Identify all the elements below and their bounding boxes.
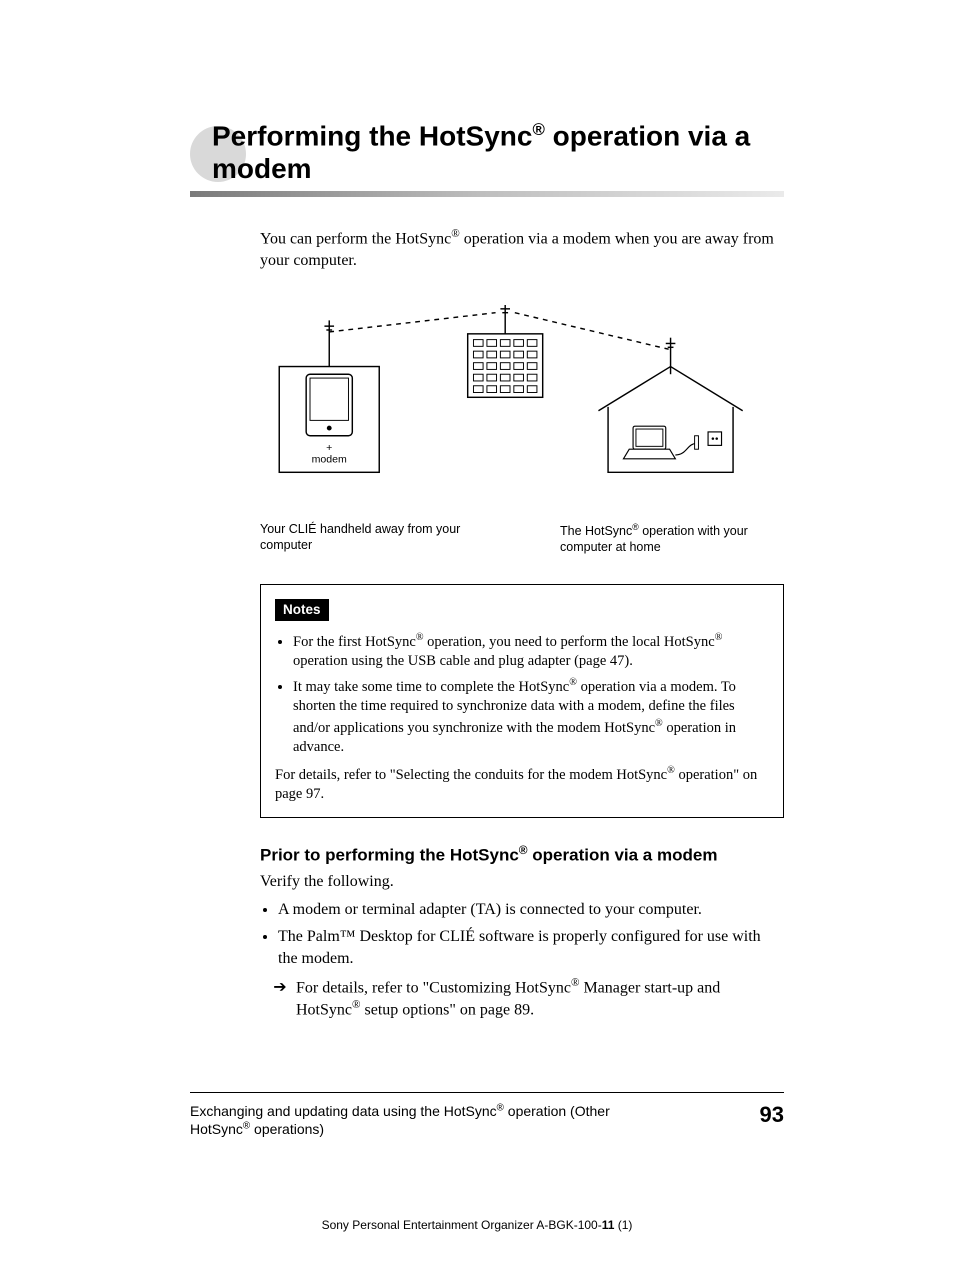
page-number: 93 bbox=[760, 1102, 784, 1138]
sub-a: For details, refer to "Customizing HotSy… bbox=[296, 979, 571, 996]
page-content: Performing the HotSync® operation via a … bbox=[0, 0, 954, 1067]
verify-list: A modem or terminal adapter (TA) is conn… bbox=[260, 899, 784, 1022]
title-part-2: operation via a bbox=[545, 120, 750, 151]
diagram-captions: Your CLIÉ handheld away from your comput… bbox=[260, 522, 780, 555]
notes-box: Notes For the first HotSync® operation, … bbox=[260, 584, 784, 818]
intro-a: You can perform the HotSync bbox=[260, 230, 451, 247]
verify-item-2: The Palm™ Desktop for CLIÉ software is p… bbox=[278, 928, 761, 967]
note-1c: operation using the USB cable and plug a… bbox=[293, 653, 633, 669]
page-title: Performing the HotSync® operation via a … bbox=[212, 120, 784, 185]
document-id-line: Sony Personal Entertainment Organizer A-… bbox=[0, 1218, 954, 1232]
docid-suffix: (1) bbox=[614, 1218, 632, 1232]
title-line-2: modem bbox=[212, 153, 312, 184]
footer-c: operations) bbox=[250, 1121, 324, 1137]
body: You can perform the HotSync® operation v… bbox=[260, 227, 784, 1022]
title-underline bbox=[190, 191, 784, 197]
verify-item: The Palm™ Desktop for CLIÉ software is p… bbox=[278, 926, 784, 1021]
notes-label: Notes bbox=[275, 599, 329, 621]
registered-icon: ® bbox=[416, 632, 424, 643]
registered-icon: ® bbox=[655, 718, 663, 729]
title-part-1: Performing the HotSync bbox=[212, 120, 532, 151]
notes-list: For the first HotSync® operation, you ne… bbox=[275, 631, 769, 758]
note-2a: It may take some time to complete the Ho… bbox=[293, 679, 569, 695]
notes-tail-a: For details, refer to "Selecting the con… bbox=[275, 766, 667, 782]
note-item: It may take some time to complete the Ho… bbox=[293, 676, 769, 758]
registered-icon: ® bbox=[352, 999, 361, 1011]
docid-bold: 11 bbox=[602, 1218, 615, 1232]
modem-label: modem bbox=[312, 454, 347, 466]
note-1b: operation, you need to perform the local… bbox=[424, 634, 715, 650]
prior-heading-b: operation via a modem bbox=[528, 845, 718, 864]
sub-c: setup options" on page 89. bbox=[361, 1002, 535, 1019]
notes-tail: For details, refer to "Selecting the con… bbox=[275, 764, 769, 805]
registered-icon: ® bbox=[667, 765, 675, 776]
footer-text: Exchanging and updating data using the H… bbox=[190, 1102, 650, 1138]
page-footer: Exchanging and updating data using the H… bbox=[190, 1102, 784, 1138]
verify-item: A modem or terminal adapter (TA) is conn… bbox=[278, 899, 784, 921]
registered-icon: ® bbox=[451, 228, 460, 240]
intro-paragraph: You can perform the HotSync® operation v… bbox=[260, 227, 784, 272]
caption-right-a: The HotSync bbox=[560, 524, 632, 538]
verify-line: Verify the following. bbox=[260, 871, 784, 893]
note-1a: For the first HotSync bbox=[293, 634, 416, 650]
caption-right: The HotSync® operation with your compute… bbox=[560, 522, 780, 555]
verify-subpoint: ➔ For details, refer to "Customizing Hot… bbox=[282, 976, 784, 1022]
modem-plus: + bbox=[326, 442, 332, 454]
docid-prefix: Sony Personal Entertainment Organizer A-… bbox=[322, 1218, 602, 1232]
prior-heading: Prior to performing the HotSync® operati… bbox=[260, 842, 784, 868]
registered-icon: ® bbox=[519, 843, 528, 857]
title-block: Performing the HotSync® operation via a … bbox=[190, 120, 784, 197]
registered-icon: ® bbox=[532, 120, 544, 139]
modem-diagram: + modem bbox=[260, 305, 760, 497]
registered-icon: ® bbox=[715, 632, 723, 643]
registered-icon: ® bbox=[497, 1102, 504, 1113]
caption-left: Your CLIÉ handheld away from your comput… bbox=[260, 522, 470, 555]
arrow-icon: ➔ bbox=[282, 977, 292, 999]
registered-icon: ® bbox=[569, 677, 577, 688]
prior-heading-a: Prior to performing the HotSync bbox=[260, 845, 519, 864]
verify-item-1: A modem or terminal adapter (TA) is conn… bbox=[278, 901, 702, 918]
note-item: For the first HotSync® operation, you ne… bbox=[293, 631, 769, 672]
footer-a: Exchanging and updating data using the H… bbox=[190, 1103, 497, 1119]
footer-rule bbox=[190, 1092, 784, 1093]
